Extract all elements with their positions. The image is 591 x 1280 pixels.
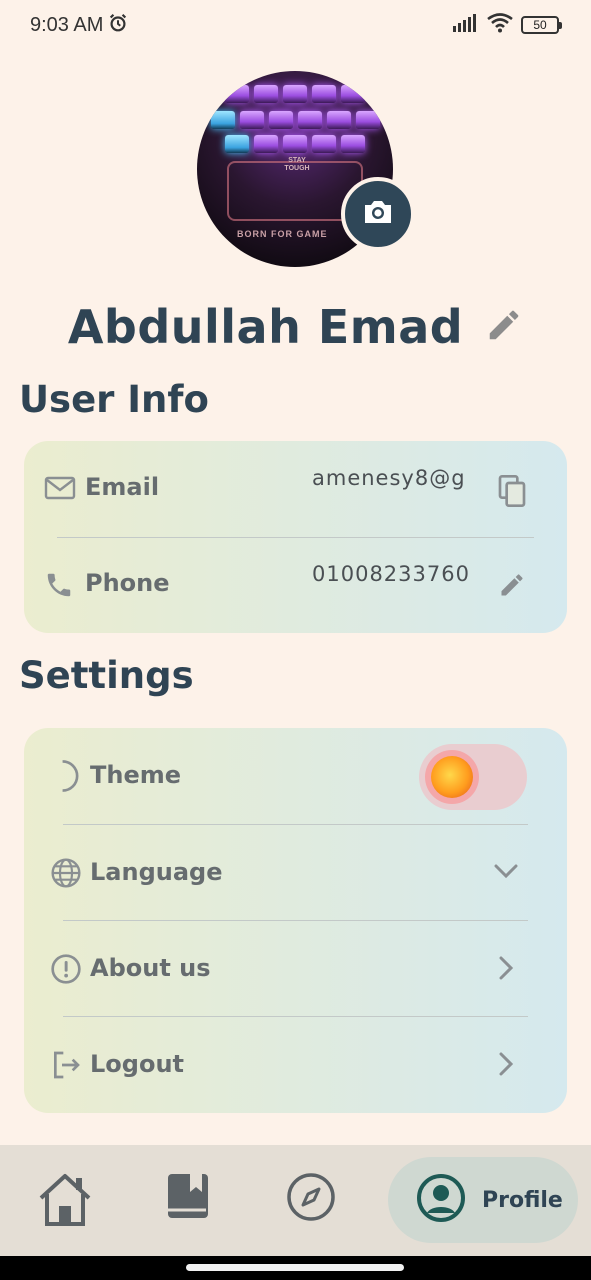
avatar-emblem-text: STAY TOUGH	[284, 157, 310, 172]
nav-profile-label: Profile	[482, 1187, 563, 1213]
avatar-keyboard-row	[207, 85, 383, 105]
email-value: amenesy8@g	[312, 466, 466, 490]
user-info-card: Email amenesy8@g Phone 01008233760	[24, 441, 567, 633]
edit-name-icon[interactable]	[485, 306, 523, 348]
theme-label: Theme	[90, 761, 182, 789]
logout-icon	[50, 1049, 82, 1085]
status-left: 9:03 AM	[30, 12, 129, 39]
book-icon	[166, 1172, 210, 1224]
nav-library[interactable]	[166, 1172, 210, 1224]
about-label: About us	[90, 954, 211, 982]
compass-icon	[286, 1172, 336, 1226]
theme-toggle[interactable]	[419, 744, 527, 810]
gesture-bar	[0, 1256, 591, 1280]
home-icon	[36, 1172, 94, 1232]
home-gesture-handle[interactable]	[186, 1264, 404, 1271]
email-row: Email amenesy8@g	[24, 463, 567, 513]
change-photo-button[interactable]	[341, 177, 415, 251]
theme-row: Theme	[24, 728, 567, 824]
settings-title: Settings	[19, 654, 194, 697]
chevron-right-icon[interactable]	[496, 954, 516, 986]
chevron-down-icon[interactable]	[492, 861, 520, 885]
language-label: Language	[90, 858, 223, 886]
status-bar: 9:03 AM 50	[0, 0, 591, 50]
mail-icon	[44, 474, 76, 506]
settings-card: Theme Language About us Logout	[24, 728, 567, 1113]
logout-row[interactable]: Logout	[24, 1017, 567, 1112]
status-time: 9:03 AM	[30, 13, 104, 36]
phone-value: 01008233760	[312, 562, 470, 586]
divider	[57, 537, 534, 538]
profile-name: Abdullah Emad	[67, 300, 464, 354]
toggle-knob	[425, 750, 479, 804]
phone-row: Phone 01008233760	[24, 559, 567, 609]
nav-home[interactable]	[36, 1172, 94, 1232]
copy-icon[interactable]	[496, 473, 528, 513]
camera-icon	[362, 198, 394, 230]
edit-phone-icon[interactable]	[498, 571, 526, 603]
profile-icon	[416, 1173, 466, 1227]
info-icon	[50, 953, 82, 989]
name-row: Abdullah Emad	[0, 300, 591, 354]
avatar-caption: BORN FOR GAME	[237, 229, 328, 239]
globe-icon	[50, 857, 82, 893]
chevron-right-icon[interactable]	[496, 1050, 516, 1082]
signal-icon	[453, 14, 479, 36]
sun-icon	[431, 756, 473, 798]
user-info-title: User Info	[19, 378, 209, 421]
wifi-icon	[487, 13, 513, 37]
nav-profile[interactable]: Profile	[388, 1157, 578, 1243]
email-label: Email	[85, 473, 160, 501]
avatar-keyboard-row	[207, 111, 383, 131]
phone-label: Phone	[85, 569, 170, 597]
nav-explore[interactable]	[286, 1172, 336, 1226]
logout-label: Logout	[90, 1050, 185, 1078]
avatar-keyboard-row	[207, 135, 383, 155]
battery-icon: 50	[521, 16, 562, 34]
about-row[interactable]: About us	[24, 921, 567, 1016]
alarm-icon	[107, 12, 129, 39]
moon-icon	[50, 759, 80, 797]
status-right: 50	[453, 13, 562, 37]
language-row[interactable]: Language	[24, 825, 567, 920]
avatar-container: STAY TOUGH BORN FOR GAME	[197, 71, 415, 267]
bottom-navigation: Profile	[0, 1145, 591, 1256]
phone-icon	[44, 570, 74, 604]
